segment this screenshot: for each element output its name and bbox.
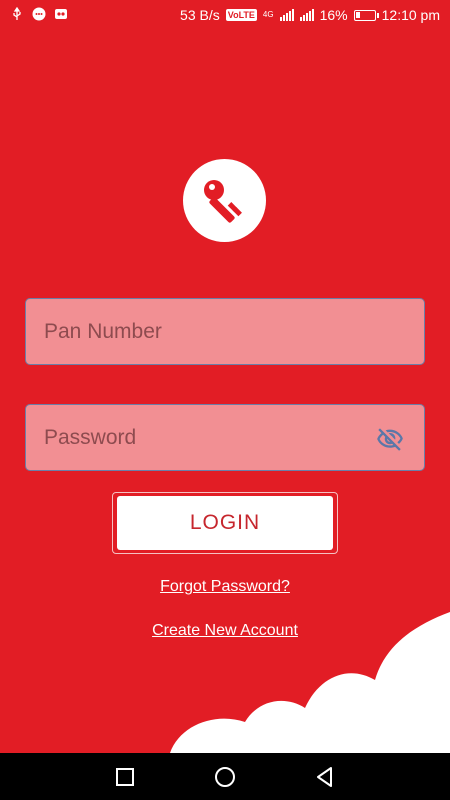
forgot-password-link[interactable]: Forgot Password? xyxy=(0,578,450,596)
eye-off-icon[interactable] xyxy=(376,425,404,453)
signal-icon-1 xyxy=(279,9,294,21)
password-input[interactable] xyxy=(26,405,424,470)
triangle-back-icon[interactable] xyxy=(313,765,337,789)
square-icon[interactable] xyxy=(113,765,137,789)
usb-icon xyxy=(13,7,21,20)
circle-icon[interactable] xyxy=(213,765,237,789)
create-account-link[interactable]: Create New Account xyxy=(0,622,450,640)
login-button-frame: LOGIN xyxy=(112,492,338,554)
volte-badge: VoLTE xyxy=(225,9,257,21)
battery-percent: 16% xyxy=(319,7,348,23)
pan-number-input[interactable] xyxy=(26,299,424,364)
status-bar: 53 B/s VoLTE 4G 16% 12:10 pm xyxy=(0,0,450,32)
signal-icon-2 xyxy=(299,9,314,21)
status-right: 53 B/s VoLTE 4G 16% 12:10 pm xyxy=(180,7,440,23)
battery-icon xyxy=(353,9,379,21)
login-button[interactable]: LOGIN xyxy=(117,496,333,550)
status-left xyxy=(10,7,68,21)
navigation-bar xyxy=(0,753,450,800)
chat-icon xyxy=(32,7,46,21)
key-icon xyxy=(203,179,242,223)
pan-number-field[interactable] xyxy=(25,298,425,365)
password-field[interactable] xyxy=(25,404,425,471)
network-speed: 53 B/s xyxy=(180,7,220,23)
login-screen: 53 B/s VoLTE 4G 16% 12:10 pm Pan Number … xyxy=(0,0,450,753)
cloud-decoration xyxy=(170,612,450,753)
network-type: 4G xyxy=(262,10,274,19)
logo xyxy=(183,159,266,242)
app-notification-icon xyxy=(55,9,67,19)
clock: 12:10 pm xyxy=(381,7,440,23)
